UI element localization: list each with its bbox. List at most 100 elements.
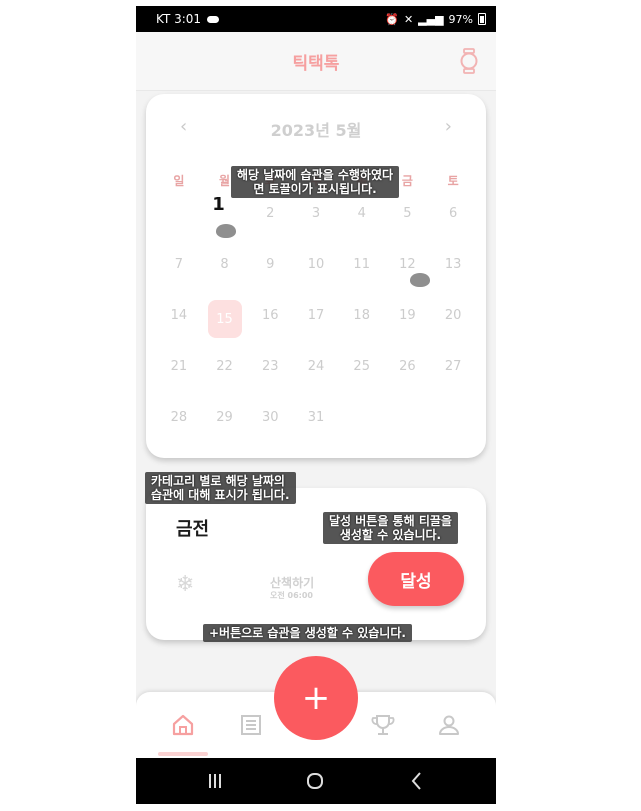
status-bar: KT 3:01 ⏰ ✕ ▂▄▆ 97% [136,6,496,32]
calendar-day[interactable]: 25 [339,355,385,406]
next-month-button[interactable]: › [445,116,452,137]
calendar-day-number: 25 [353,359,370,374]
calendar-day[interactable]: 23 [247,355,293,406]
calendar-day-number: 19 [399,308,416,323]
calendar-day-number: 11 [353,257,370,272]
trophy-icon[interactable] [370,712,396,738]
calendar-day[interactable]: 21 [156,355,202,406]
calendar-day-number: 3 [311,206,321,221]
habit-done-marker-icon [215,224,236,238]
calendar-day[interactable]: 15 [202,300,248,355]
calendar-day[interactable]: 17 [293,304,339,355]
calendar-day[interactable]: 16 [247,304,293,355]
category-title: 금전 [176,519,210,540]
calendar-day[interactable]: 2 [247,202,293,253]
calendar-empty-cell [385,406,431,457]
phone-screen: KT 3:01 ⏰ ✕ ▂▄▆ 97% 틱택톡 ‹ 2023년 5월 › 일 월 [136,6,496,804]
calendar-day[interactable]: 24 [293,355,339,406]
battery-percent: 97% [448,12,473,26]
calendar-day[interactable]: 26 [385,355,431,406]
calendar-day[interactable]: 11 [339,253,385,304]
calendar-day[interactable]: 30 [247,406,293,457]
app-header: 틱택톡 [136,32,496,91]
calendar-day-number: 12 [399,257,416,272]
calendar-day[interactable]: 20 [430,304,476,355]
calendar-day-number: 24 [307,359,325,374]
calendar-day-number: 27 [444,359,462,374]
calendar-day[interactable]: 28 [156,406,202,457]
tutorial-tip-calendar: 해당 날짜에 습관을 수행하였다 면 토끌이가 표시됩니다. [231,166,400,198]
calendar-day[interactable]: 27 [430,355,476,406]
recent-apps-icon[interactable] [202,768,228,794]
calendar-day-number: 23 [262,359,279,374]
calendar-day-number: 7 [174,257,183,272]
calendar-day-number: 21 [170,359,188,374]
mute-icon: ✕ [403,12,414,26]
calendar-day-number: 29 [216,410,233,425]
calendar-day-number: 6 [449,206,458,221]
calendar-day[interactable]: 10 [293,253,339,304]
calendar-month-label: 2023년 5월 [270,121,362,140]
calendar-day[interactable]: 6 [430,202,476,253]
habit-done-marker-icon [409,273,430,287]
calendar-day[interactable]: 29 [202,406,248,457]
calendar-day-number: 9 [266,257,275,272]
calendar-day-number: 14 [170,308,188,323]
back-icon[interactable] [404,768,430,794]
profile-icon[interactable] [436,712,462,738]
calendar-day-number: 30 [262,410,279,425]
calendar-day[interactable]: 14 [156,304,202,355]
habit-name: 산책하기 [270,576,315,590]
calendar-empty-cell [156,202,202,253]
weekday-label: 일 [173,174,185,188]
carrier-time: KT 3:01 [156,12,202,26]
home-system-icon[interactable] [302,768,328,794]
calendar-empty-cell [339,406,385,457]
tutorial-tip-achieve: 달성 버튼을 통해 티끌을 생성할 수 있습니다. [323,512,458,544]
calendar-day-number: 26 [399,359,416,374]
calendar-day[interactable]: 19 [385,304,431,355]
system-nav-bar [136,758,496,804]
calendar-day-number: 5 [403,206,412,221]
active-tab-indicator [158,752,208,756]
achieve-button[interactable]: 달성 [368,552,464,606]
alarm-icon: ⏰ [385,12,399,26]
calendar-day[interactable]: 13 [430,253,476,304]
calendar-day[interactable]: 3 [293,202,339,253]
calendar-day-number: 10 [307,257,325,272]
calendar-day[interactable]: 12 [385,253,431,304]
calendar-day[interactable]: 7 [156,253,202,304]
habit-card: 금전 ❄ 산책하기 오전 06:00 달성 [146,488,486,640]
home-icon[interactable] [170,712,196,738]
calendar-day[interactable]: 8 [202,253,248,304]
calendar-days-grid: 1 2 3 4 5 6 7 8 9 10 11 12 13 14 15 16 17 18 19 20 21 22 23 24 2… [156,194,476,457]
weekday-label: 토 [447,174,459,188]
calendar-day[interactable]: 18 [339,304,385,355]
calendar-day[interactable]: 5 [385,202,431,253]
snowflake-icon: ❄ [176,572,195,597]
calendar-card: ‹ 2023년 5월 › 일 월 화 수 목 금 토 1234567891011… [146,94,486,458]
calendar-day-number: 8 [220,257,229,272]
calendar-day-number: 1 [212,194,225,215]
calendar-day-number: 2 [266,206,275,221]
calendar-day-number: 18 [353,308,370,323]
calendar-day[interactable]: 4 [339,202,385,253]
calendar-day-number: 15 [207,300,242,338]
calendar-day[interactable]: 31 [293,406,339,457]
calendar-day-number: 31 [307,410,325,425]
calendar-day-number: 4 [357,206,366,221]
calendar-day-number: 22 [216,359,233,374]
list-icon[interactable] [238,712,264,738]
calendar-day[interactable]: 1 [202,194,248,253]
tutorial-tip-plus: +버튼으로 습관을 생성할 수 있습니다. [203,624,412,642]
cloud-icon [207,15,220,23]
calendar-day-number: 17 [307,308,325,323]
tutorial-tip-category: 카테고리 별로 해당 날짜의 습관에 대해 표시가 됩니다. [145,472,296,504]
add-habit-button[interactable]: + [274,656,358,740]
calendar-day[interactable]: 22 [202,355,248,406]
watch-icon[interactable] [458,48,480,74]
habit-time: 오전 06:00 [270,591,313,600]
app-title: 틱택톡 [292,54,340,74]
calendar-day-number: 20 [444,308,462,323]
calendar-day[interactable]: 9 [247,253,293,304]
